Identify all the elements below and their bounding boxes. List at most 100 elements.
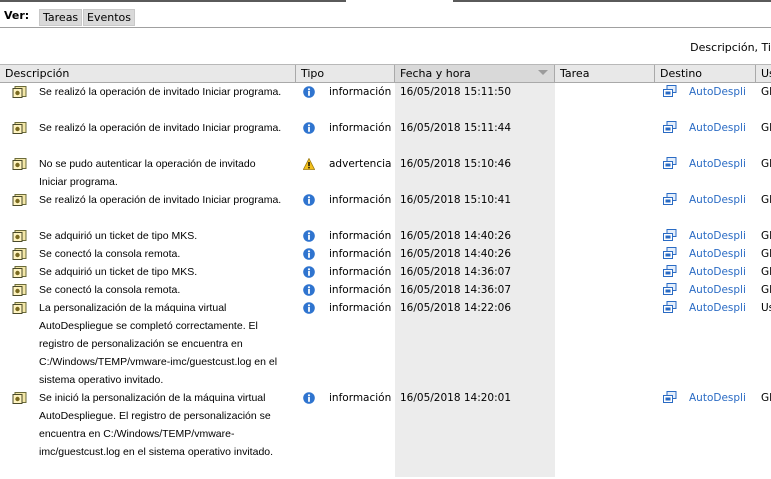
event-user: GI xyxy=(761,86,771,98)
event-datetime: 16/05/2018 14:36:07 xyxy=(400,284,512,296)
column-header-descripcion[interactable]: Descripción xyxy=(0,65,296,82)
event-type: información xyxy=(329,86,392,98)
column-header-destino[interactable]: Destino xyxy=(655,65,756,82)
tab-eventos[interactable]: Eventos xyxy=(83,9,135,26)
event-log-icon xyxy=(12,194,27,206)
event-log-icon xyxy=(12,302,27,314)
table-row[interactable]: Se adquirió un ticket de tipo MKS. inform… xyxy=(0,227,771,245)
event-description: Se realizó la operación de invitado Inic… xyxy=(39,86,282,98)
virtual-machine-icon xyxy=(663,247,677,259)
event-log-icon xyxy=(12,158,27,170)
event-description: Se conectó la consola remota. xyxy=(39,248,181,260)
virtual-machine-icon xyxy=(663,265,677,277)
virtual-machine-icon xyxy=(663,193,677,205)
event-target-link[interactable]: AutoDespli xyxy=(689,245,753,263)
event-target-link[interactable]: AutoDespli xyxy=(689,263,753,281)
table-row[interactable]: Se realizó la operación de invitado Inic… xyxy=(0,191,771,227)
table-row[interactable]: Se inició la personalización de la máqui… xyxy=(0,389,771,479)
event-user: GI xyxy=(761,122,771,134)
info-icon xyxy=(303,266,315,278)
event-user: GI xyxy=(761,266,771,278)
event-target-link[interactable]: AutoDespli xyxy=(689,281,753,299)
column-header-usuario[interactable]: Us xyxy=(756,65,771,82)
event-datetime: 16/05/2018 14:40:26 xyxy=(400,248,512,260)
event-log-icon xyxy=(12,284,27,296)
event-user: GI xyxy=(761,248,771,260)
event-target-link[interactable]: AutoDespli xyxy=(689,155,753,173)
event-type: información xyxy=(329,266,392,278)
column-header-label: Descripción xyxy=(5,67,70,80)
table-row[interactable]: Se conectó la consola remota. información… xyxy=(0,281,771,299)
event-type: información xyxy=(329,122,392,134)
column-header-label: Fecha y hora xyxy=(400,67,471,80)
event-type: información xyxy=(329,302,392,314)
table-row[interactable]: Se realizó la operación de invitado Inic… xyxy=(0,119,771,155)
event-datetime: 16/05/2018 14:36:07 xyxy=(400,266,512,278)
info-icon xyxy=(303,86,315,98)
event-log-icon xyxy=(12,248,27,260)
sort-descending-icon xyxy=(538,70,548,75)
table-row[interactable]: Se realizó la operación de invitado Inic… xyxy=(0,83,771,119)
event-datetime: 16/05/2018 14:20:01 xyxy=(400,392,512,404)
info-icon xyxy=(303,194,315,206)
event-log-icon xyxy=(12,86,27,98)
table-row[interactable]: Se adquirió un ticket de tipo MKS. inform… xyxy=(0,263,771,281)
event-description: Se adquirió un ticket de tipo MKS. xyxy=(39,230,198,242)
event-datetime: 16/05/2018 14:40:26 xyxy=(400,230,512,242)
view-toolbar: Ver: Tareas Eventos xyxy=(0,2,771,26)
event-target-link[interactable]: AutoDespli xyxy=(689,83,753,101)
event-datetime: 16/05/2018 15:11:44 xyxy=(400,122,512,134)
event-log-icon xyxy=(12,230,27,242)
event-target-link[interactable]: AutoDespli xyxy=(689,191,753,209)
virtual-machine-icon xyxy=(663,229,677,241)
event-user: GI xyxy=(761,230,771,242)
event-target-link[interactable]: AutoDespli xyxy=(689,299,753,317)
event-type: información xyxy=(329,284,392,296)
filter-field-selector[interactable]: Descripción, Ti xyxy=(690,41,771,54)
column-header-fecha[interactable]: Fecha y hora xyxy=(395,65,555,82)
event-user: Us xyxy=(761,302,771,314)
table-row[interactable]: La personalización de la máquina virtual… xyxy=(0,299,771,389)
ver-label: Ver: xyxy=(4,9,30,22)
table-row[interactable]: No se pudo autenticar la operación de in… xyxy=(0,155,771,191)
virtual-machine-icon xyxy=(663,157,677,169)
event-type: advertencia xyxy=(329,158,392,170)
virtual-machine-icon xyxy=(663,283,677,295)
event-datetime: 16/05/2018 15:10:41 xyxy=(400,194,512,206)
event-description: La personalización de la máquina virtual… xyxy=(39,302,278,386)
table-row[interactable]: Se conectó la consola remota. información… xyxy=(0,245,771,263)
tab-tareas[interactable]: Tareas xyxy=(39,9,83,26)
virtual-machine-icon xyxy=(663,121,677,133)
event-datetime: 16/05/2018 15:10:46 xyxy=(400,158,512,170)
info-icon xyxy=(303,302,315,314)
event-user: GI xyxy=(761,284,771,296)
event-log-icon xyxy=(12,122,27,134)
event-user: GI xyxy=(761,194,771,206)
event-type: información xyxy=(329,194,392,206)
event-description: Se realizó la operación de invitado Inic… xyxy=(39,122,282,134)
event-target-link[interactable]: AutoDespli xyxy=(689,389,753,407)
event-target-link[interactable]: AutoDespli xyxy=(689,227,753,245)
event-description: Se inició la personalización de la máqui… xyxy=(39,392,274,458)
event-description: Se adquirió un ticket de tipo MKS. xyxy=(39,266,198,278)
events-table-header: Descripción Tipo Fecha y hora Tarea Dest… xyxy=(0,64,771,83)
info-icon xyxy=(303,392,315,404)
info-icon xyxy=(303,122,315,134)
event-description: Se conectó la consola remota. xyxy=(39,284,181,296)
warning-icon xyxy=(303,158,315,170)
event-target-link[interactable]: AutoDespli xyxy=(689,119,753,137)
virtual-machine-icon xyxy=(663,85,677,97)
event-user: GI xyxy=(761,158,771,170)
virtual-machine-icon xyxy=(663,301,677,313)
column-header-label: Destino xyxy=(660,67,703,80)
event-type: información xyxy=(329,392,392,404)
virtual-machine-icon xyxy=(663,391,677,403)
info-icon xyxy=(303,230,315,242)
column-header-tarea[interactable]: Tarea xyxy=(555,65,655,82)
event-description: No se pudo autenticar la operación de in… xyxy=(39,158,256,188)
event-type: información xyxy=(329,230,392,242)
column-header-label: Us xyxy=(761,67,771,80)
info-icon xyxy=(303,248,315,260)
column-header-label: Tarea xyxy=(560,67,590,80)
column-header-tipo[interactable]: Tipo xyxy=(296,65,395,82)
